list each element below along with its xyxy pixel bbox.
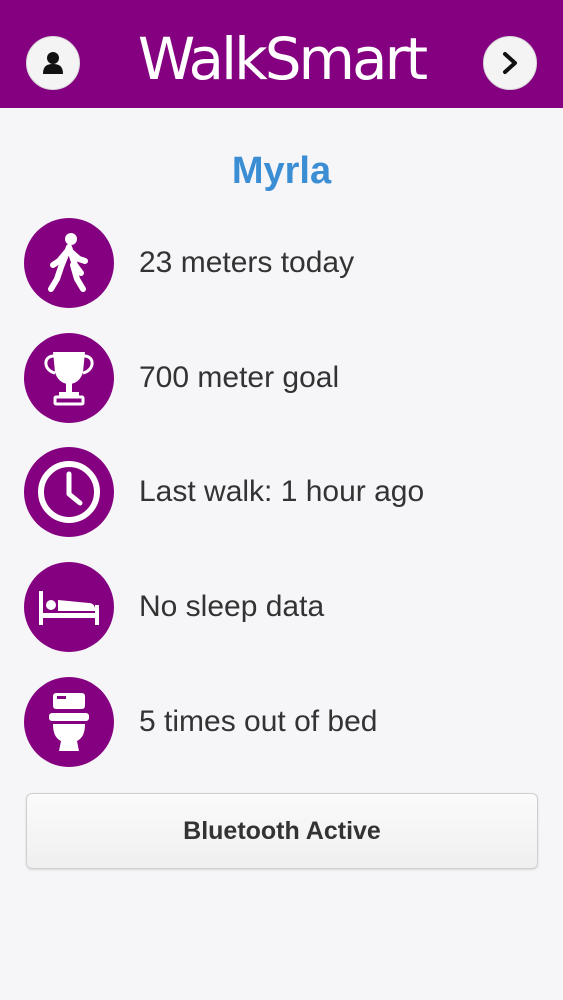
stat-label-sleep: No sleep data xyxy=(139,590,325,623)
toilet-icon xyxy=(49,693,89,751)
stat-icon-circle xyxy=(24,562,114,652)
stat-row-last-walk: Last walk: 1 hour ago xyxy=(24,447,539,537)
trophy-icon xyxy=(44,352,94,406)
clock-icon xyxy=(38,461,100,523)
stat-row-out-of-bed: 5 times out of bed xyxy=(24,677,539,767)
patient-name: Myrla xyxy=(231,150,332,192)
next-button[interactable] xyxy=(483,36,537,90)
stat-icon-circle xyxy=(24,333,114,423)
bluetooth-status-button[interactable]: Bluetooth Active xyxy=(26,793,538,869)
app-title: WalkSmart xyxy=(137,25,428,93)
stat-icon-circle xyxy=(24,218,114,308)
stat-icon-circle xyxy=(24,447,114,537)
walking-person-icon xyxy=(48,233,88,292)
bed-icon xyxy=(39,591,99,625)
stat-row-goal: 700 meter goal xyxy=(24,333,539,423)
stat-label-distance: 23 meters today xyxy=(139,246,355,279)
chevron-right-icon xyxy=(503,52,517,74)
app-header: WalkSmart xyxy=(0,0,563,108)
stat-row-distance: 23 meters today xyxy=(24,218,539,308)
stat-row-sleep: No sleep data xyxy=(24,562,539,652)
stat-label-goal: 700 meter goal xyxy=(139,361,340,394)
stat-label-out-of-bed: 5 times out of bed xyxy=(139,705,378,738)
stat-label-last-walk: Last walk: 1 hour ago xyxy=(139,475,425,508)
stat-icon-circle xyxy=(24,677,114,767)
